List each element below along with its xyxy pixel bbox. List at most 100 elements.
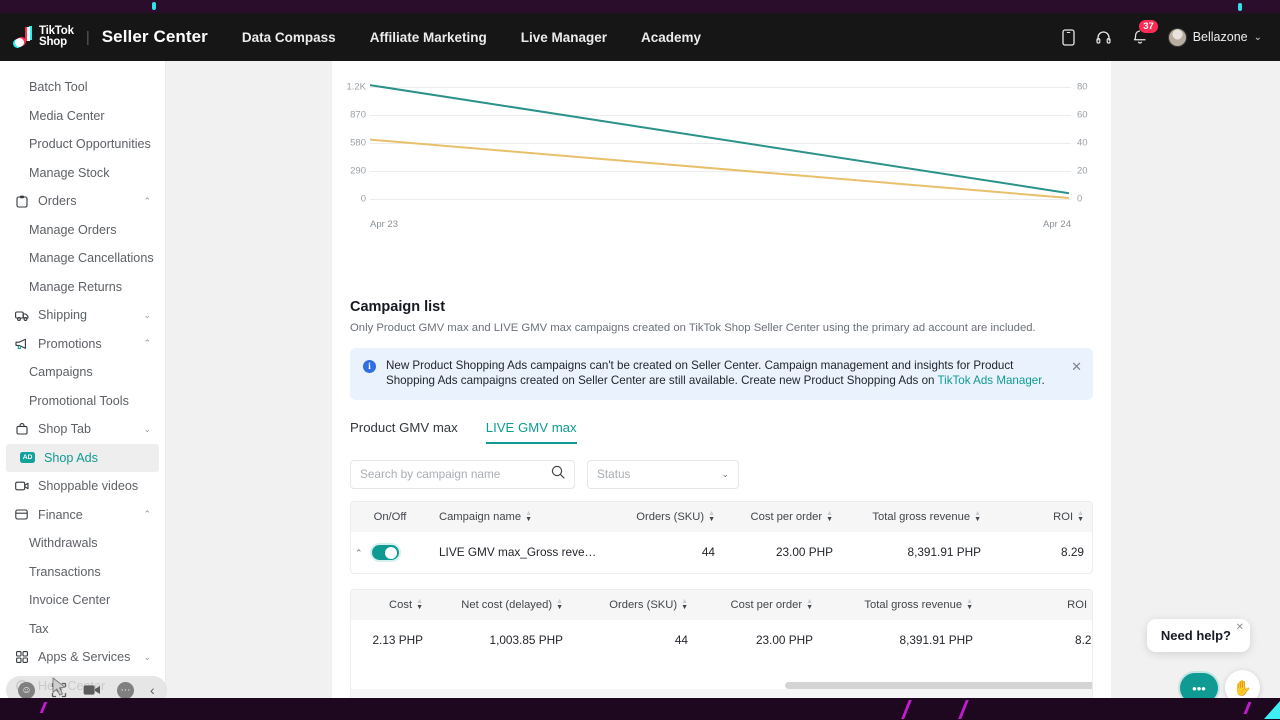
mobile-icon[interactable] xyxy=(1062,29,1075,46)
top-navigation-bar: TikTok Shop | Seller Center Data Compass… xyxy=(0,13,1280,61)
campaign-detail-table: Cost▲▼ Net cost (delayed)▲▼ Orders (SKU)… xyxy=(351,590,1092,660)
col-campaign-name[interactable]: Campaign name▲▼ xyxy=(429,502,607,532)
sidebar-item-label: Manage Returns xyxy=(29,280,122,294)
col-total-gross-revenue[interactable]: Total gross revenue▲▼ xyxy=(823,590,983,620)
sidebar-item-withdrawals[interactable]: Withdrawals xyxy=(0,529,165,558)
sidebar-item-apps-services[interactable]: Apps & Services ⌄ xyxy=(0,643,165,672)
search-box[interactable] xyxy=(350,460,575,489)
nav-link-live-manager[interactable]: Live Manager xyxy=(521,30,607,45)
sidebar-item-manage-returns[interactable]: Manage Returns xyxy=(0,273,165,302)
sidebar-item-orders[interactable]: Orders ⌃ xyxy=(0,187,165,216)
sidebar-item-shop-ads[interactable]: AD Shop Ads xyxy=(6,444,159,473)
sort-icon[interactable]: ▲▼ xyxy=(708,511,715,523)
collapse-icon[interactable]: ‹ xyxy=(150,682,155,698)
chat-bubble-icon: ••• xyxy=(1192,681,1206,696)
deco-slash xyxy=(958,700,969,719)
user-menu[interactable]: Bellazone ⌄ xyxy=(1168,28,1262,47)
notification-badge: 37 xyxy=(1139,20,1159,33)
sidebar-item-shipping[interactable]: Shipping ⌄ xyxy=(0,301,165,330)
sidebar-item-label: Withdrawals xyxy=(29,536,98,550)
sidebar-item-label: Shop Ads xyxy=(44,451,98,465)
sort-icon[interactable]: ▲▼ xyxy=(525,511,532,523)
chevron-down-icon: ⌄ xyxy=(143,424,151,435)
nav-link-affiliate-marketing[interactable]: Affiliate Marketing xyxy=(370,30,487,45)
avatar xyxy=(1168,28,1187,47)
campaign-toggle[interactable] xyxy=(372,545,399,560)
campaign-table: On/Off Campaign name▲▼ Orders (SKU)▲▼ Co… xyxy=(351,502,1093,573)
sidebar-item-shoppable-videos[interactable]: Shoppable videos xyxy=(0,472,165,501)
headset-icon[interactable] xyxy=(1095,29,1112,46)
sort-icon[interactable]: ▲▼ xyxy=(416,599,423,611)
sort-icon[interactable]: ▲▼ xyxy=(1091,599,1092,611)
hand-icon: ✋ xyxy=(1233,679,1252,697)
sort-icon[interactable]: ▲▼ xyxy=(1077,511,1084,523)
card-icon xyxy=(14,509,29,520)
expand-chevron-icon[interactable]: ⌃ xyxy=(355,548,363,558)
screenshot-icon[interactable] xyxy=(51,682,67,698)
chevron-up-icon: ⌃ xyxy=(143,509,151,520)
cell-roi: 8.29 xyxy=(983,620,1092,660)
more-icon[interactable]: ⋯ xyxy=(117,682,134,699)
chart-ytick-right: 80 xyxy=(1077,82,1105,93)
col-roi[interactable]: ROI▲▼ xyxy=(991,502,1093,532)
sidebar-item-promotions[interactable]: Promotions ⌃ xyxy=(0,330,165,359)
sidebar-item-finance[interactable]: Finance ⌃ xyxy=(0,501,165,530)
col-orders-sku[interactable]: Orders (SKU)▲▼ xyxy=(607,502,725,532)
sort-icon[interactable]: ▲▼ xyxy=(556,599,563,611)
need-help-label: Need help? xyxy=(1161,628,1231,643)
sidebar-item-invoice-center[interactable]: Invoice Center xyxy=(0,586,165,615)
close-icon[interactable]: ✕ xyxy=(1236,622,1244,633)
sidebar-item-label: Tax xyxy=(29,622,49,636)
deco-slash xyxy=(901,700,912,719)
logo-text: TikTok Shop xyxy=(39,26,74,48)
sidebar-item-manage-orders[interactable]: Manage Orders xyxy=(0,216,165,245)
sidebar-item-manage-cancellations[interactable]: Manage Cancellations xyxy=(0,244,165,273)
sidebar-item-campaigns[interactable]: Campaigns xyxy=(0,358,165,387)
sidebar-item-media-center[interactable]: Media Center xyxy=(0,102,165,131)
inner-horizontal-scrollbar[interactable] xyxy=(351,682,1092,689)
sort-icon[interactable]: ▲▼ xyxy=(806,599,813,611)
sidebar-item-transactions[interactable]: Transactions xyxy=(0,558,165,587)
info-banner-text-part2: . xyxy=(1041,374,1044,387)
search-input[interactable] xyxy=(360,467,551,481)
nav-link-data-compass[interactable]: Data Compass xyxy=(242,30,336,45)
tab-product-gmv-max[interactable]: Product GMV max xyxy=(350,420,458,444)
need-help-bubble[interactable]: Need help? ✕ xyxy=(1147,619,1250,652)
chart-series-svg xyxy=(370,69,1071,229)
sort-icon[interactable]: ▲▼ xyxy=(966,599,973,611)
sidebar-item-product-opportunities[interactable]: Product Opportunities xyxy=(0,130,165,159)
nav-link-academy[interactable]: Academy xyxy=(641,30,701,45)
record-icon[interactable] xyxy=(83,684,101,696)
chart-ytick-left: 1.2K xyxy=(338,82,366,93)
status-filter-select[interactable]: Status ⌄ xyxy=(587,460,739,489)
search-icon[interactable] xyxy=(551,465,565,484)
tiktok-ads-manager-link[interactable]: TikTok Ads Manager xyxy=(937,374,1041,387)
sidebar-item-manage-stock[interactable]: Manage Stock xyxy=(0,159,165,188)
trend-line-chart: 0 290 580 870 1.2K 0 20 40 60 80 Apr 23 … xyxy=(332,69,1111,229)
sidebar-item-promotional-tools[interactable]: Promotional Tools xyxy=(0,387,165,416)
sidebar: Batch Tool Media Center Product Opportun… xyxy=(0,61,166,698)
tab-live-gmv-max[interactable]: LIVE GMV max xyxy=(486,420,577,444)
tiktok-shop-logo[interactable]: TikTok Shop xyxy=(14,26,74,48)
cell-on-off: ⌃ xyxy=(351,532,429,573)
notification-bell-icon[interactable]: 37 xyxy=(1132,29,1148,46)
col-cost[interactable]: Cost▲▼ xyxy=(351,590,433,620)
col-label: Total gross revenue xyxy=(872,511,970,523)
assistant-icon[interactable]: ☺ xyxy=(18,682,35,699)
scrollbar-thumb[interactable] xyxy=(785,682,1092,689)
col-roi[interactable]: ROI▲▼ xyxy=(983,590,1092,620)
col-net-cost-delayed[interactable]: Net cost (delayed)▲▼ xyxy=(433,590,573,620)
sort-icon[interactable]: ▲▼ xyxy=(826,511,833,523)
sidebar-item-label: Apps & Services xyxy=(38,650,130,664)
col-total-gross-revenue[interactable]: Total gross revenue ▲▼ xyxy=(843,502,991,532)
sort-icon[interactable]: ▲▼ xyxy=(681,599,688,611)
chevron-down-icon: ⌄ xyxy=(143,652,151,663)
sidebar-item-batch-tool[interactable]: Batch Tool xyxy=(0,73,165,102)
col-orders-sku[interactable]: Orders (SKU)▲▼ xyxy=(573,590,698,620)
col-cost-per-order[interactable]: Cost per order▲▼ xyxy=(698,590,823,620)
sort-icon[interactable]: ▲▼ xyxy=(974,511,981,523)
sidebar-item-tax[interactable]: Tax xyxy=(0,615,165,644)
close-icon[interactable]: ✕ xyxy=(1071,360,1082,373)
col-cost-per-order[interactable]: Cost per order▲▼ xyxy=(725,502,843,532)
sidebar-item-shop-tab[interactable]: Shop Tab ⌄ xyxy=(0,415,165,444)
